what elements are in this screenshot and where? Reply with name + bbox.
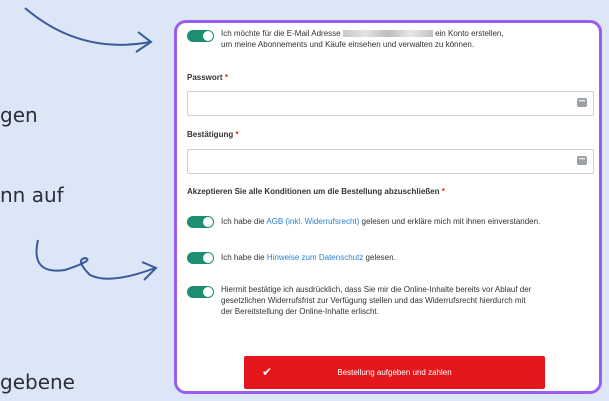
password-input[interactable]: •••	[187, 91, 594, 116]
submit-order-label: Bestellung aufgeben und zahlen	[337, 368, 452, 377]
withdrawal-line2: gesetzlichen Widerrufsfrist zur Verfügun…	[221, 296, 526, 305]
account-text-before: Ich möchte für die E-Mail Adresse	[221, 29, 341, 38]
background-text-2: nn auf	[0, 183, 64, 207]
privacy-after: gelesen.	[365, 253, 396, 262]
agb-text: Ich habe die AGB (inkl. Widerrufsrecht) …	[221, 216, 540, 227]
dots-icon[interactable]: •••	[577, 156, 587, 165]
confirmation-label: Bestätigung *	[187, 130, 239, 139]
arrow-top-icon	[24, 7, 153, 53]
account-text-after: ein Konto erstellen,	[435, 29, 504, 38]
account-toggle[interactable]	[187, 30, 214, 42]
agb-before: Ich habe die	[221, 217, 265, 226]
privacy-toggle[interactable]	[187, 252, 214, 264]
agb-link[interactable]: AGB (inkl. Widerrufsrecht)	[266, 217, 359, 226]
withdrawal-toggle[interactable]	[187, 286, 214, 298]
check-icon: ✔	[262, 365, 273, 379]
confirmation-required: *	[235, 130, 239, 139]
dots-icon[interactable]: •••	[577, 98, 587, 107]
arrow-curl-icon	[35, 239, 158, 281]
password-label-text: Passwort	[187, 73, 223, 82]
privacy-link[interactable]: Hinweise zum Datenschutz	[267, 253, 363, 262]
agb-toggle[interactable]	[187, 216, 214, 228]
checkout-form-card: Ich möchte für die E-Mail Adresse ein Ko…	[174, 20, 602, 394]
background-text-1: gen	[0, 103, 38, 127]
privacy-text: Ich habe die Hinweise zum Datenschutz ge…	[221, 252, 396, 263]
withdrawal-line1: Hiermit bestätige ich ausdrücklich, dass…	[221, 285, 532, 294]
withdrawal-line3: der Bereitstellung der Online-Inhalte er…	[221, 307, 379, 316]
withdrawal-text: Hiermit bestätige ich ausdrücklich, dass…	[221, 284, 596, 317]
conditions-heading: Akzeptieren Sie alle Konditionen um die …	[187, 187, 445, 196]
password-label: Passwort *	[187, 73, 228, 82]
submit-order-button[interactable]: ✔ Bestellung aufgeben und zahlen	[244, 356, 545, 389]
agb-after: gelesen und erkläre mich mit ihnen einve…	[361, 217, 541, 226]
background-text-3: gebene	[0, 370, 75, 394]
email-blurred	[342, 30, 433, 38]
password-required: *	[224, 73, 228, 82]
confirmation-label-text: Bestätigung	[187, 130, 234, 139]
account-text: Ich möchte für die E-Mail Adresse ein Ko…	[221, 28, 596, 50]
conditions-heading-text: Akzeptieren Sie alle Konditionen um die …	[187, 187, 440, 196]
confirmation-input[interactable]: •••	[187, 149, 594, 174]
conditions-required: *	[441, 187, 445, 196]
privacy-before: Ich habe die	[221, 253, 265, 262]
account-text-line2: um meine Abonnements und Käufe einsehen …	[221, 40, 475, 49]
